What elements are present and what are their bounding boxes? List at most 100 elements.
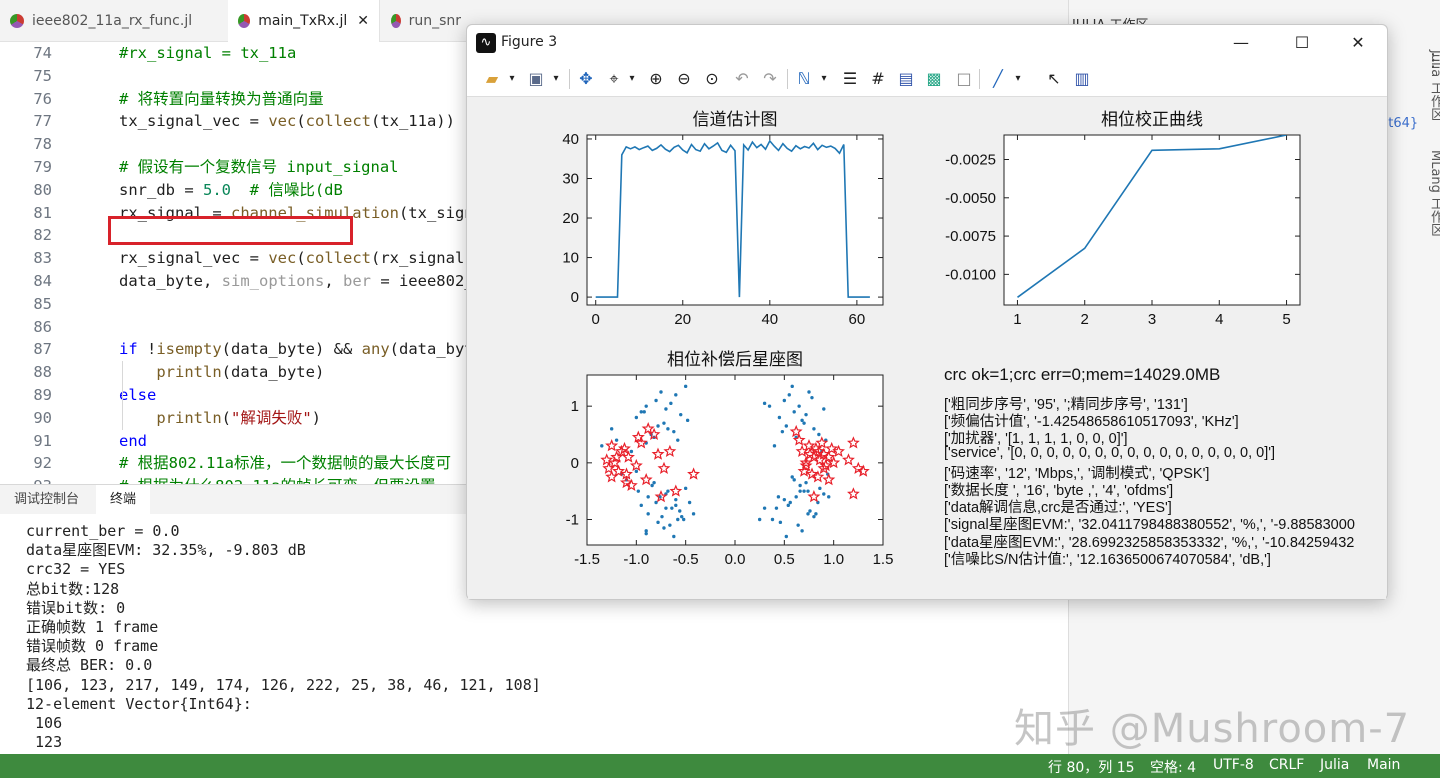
- code-token: collect: [305, 249, 371, 268]
- figure-canvas[interactable]: 信道估计图 0 20 40 60 0 10 20 30 40 相位校正曲线 1 2 3 4 5 -0.0025-…: [468, 97, 1386, 599]
- scatter-dot: [794, 495, 798, 499]
- indent-setting[interactable]: 空格: 4: [1150, 757, 1196, 777]
- close-button[interactable]: ✕: [1338, 29, 1378, 57]
- line-ending[interactable]: CRLF: [1269, 757, 1304, 773]
- grid-icon[interactable]: #: [867, 69, 889, 89]
- scatter-dot: [757, 517, 762, 522]
- y-tick-label: 10: [562, 250, 579, 267]
- scatter-dot: [822, 407, 826, 411]
- scatter-dot: [804, 480, 808, 485]
- terminal-line: [106, 123, 217, 149, 174, 126, 222, 25, …: [26, 675, 541, 694]
- folder-open-icon[interactable]: ▰: [481, 69, 503, 89]
- pointer-icon[interactable]: ↖: [1043, 69, 1065, 89]
- scatter-dot: [798, 483, 802, 488]
- more-icon[interactable]: ⋮: [1424, 50, 1440, 71]
- tab-terminal[interactable]: 终端: [96, 485, 151, 515]
- line-icon[interactable]: ╱: [987, 69, 1009, 89]
- scatter-dot: [656, 520, 660, 525]
- line-number: 83: [33, 249, 52, 268]
- zoom-out-icon[interactable]: ⊖: [673, 69, 695, 89]
- save-icon[interactable]: ▣: [525, 69, 547, 89]
- chevron-down-icon[interactable]: ▾: [621, 69, 643, 89]
- y-tick-label: 40: [562, 131, 579, 148]
- terminal-line: 错误bit数: 0: [26, 598, 126, 617]
- y-tick-label: -0.0050: [945, 190, 996, 207]
- scatter-dot: [782, 398, 787, 403]
- scatter-dot: [802, 421, 806, 425]
- zoom-fit-icon[interactable]: ⊙: [701, 69, 723, 89]
- colorbar-icon[interactable]: ▩: [923, 69, 945, 89]
- redo-icon[interactable]: ↷: [759, 69, 781, 89]
- scatter-dot: [772, 444, 777, 448]
- undo-icon[interactable]: ↶: [731, 69, 753, 89]
- x-tick-label: -0.5: [673, 551, 699, 568]
- chevron-down-icon[interactable]: ▾: [1007, 69, 1029, 89]
- code-text: # 假设有一个复数信号 input_signal: [119, 156, 398, 178]
- x-tick-label: 0.0: [725, 551, 746, 568]
- chevron-down-icon[interactable]: ▾: [501, 69, 523, 89]
- crc-status-text: crc ok=1;crc err=0;mem=14029.0MB: [944, 365, 1221, 384]
- y-tick-label: 0: [571, 289, 579, 306]
- scatter-dot: [812, 514, 816, 519]
- terminal-line: 正确帧数 1 frame: [26, 618, 159, 636]
- tab-rx-func[interactable]: ieee802_11a_rx_func.jl: [0, 0, 228, 42]
- code-token: snr_db =: [119, 180, 203, 199]
- legend-icon[interactable]: ▤: [895, 69, 917, 89]
- branch[interactable]: Main: [1367, 757, 1400, 773]
- scatter-dot: [807, 390, 811, 394]
- code-token: #rx_signal = tx_11a: [119, 44, 297, 62]
- scatter-dot: [762, 401, 767, 406]
- x-tick-label: 4: [1215, 311, 1223, 328]
- x-tick-label: 2: [1081, 311, 1089, 328]
- code-token: rx_signal_vec =: [119, 249, 269, 268]
- pan-icon[interactable]: ✥: [575, 69, 597, 89]
- scatter-dot: [634, 469, 639, 474]
- scatter-dot: [790, 384, 794, 389]
- code-token: # 将转置向量转换为普通向量: [119, 89, 324, 108]
- scatter-dot: [674, 497, 678, 502]
- tab-debug-console[interactable]: 调试控制台: [0, 485, 93, 515]
- x-tick-label: 60: [849, 311, 866, 328]
- scatter-dot: [817, 432, 821, 437]
- code-token: println: [156, 363, 222, 382]
- code-text: # 将转置向量转换为普通向量: [119, 88, 324, 110]
- tab-main-txrx[interactable]: main_TxRx.jl ✕: [228, 0, 380, 42]
- scatter-dot: [822, 492, 826, 496]
- scatter-dot: [600, 444, 604, 448]
- scatter-dot: [774, 506, 779, 510]
- brush-icon[interactable]: ℕ: [793, 69, 815, 89]
- chevron-down-icon[interactable]: ▾: [813, 69, 835, 89]
- matlab-logo-icon: ∿: [476, 33, 496, 53]
- chart-title: 信道估计图: [693, 110, 778, 129]
- figure-titlebar[interactable]: ∿ Figure 3 — ☐ ✕: [467, 25, 1387, 61]
- language-mode[interactable]: Julia: [1320, 757, 1349, 773]
- code-token: (tx_sign: [398, 203, 474, 222]
- list-icon[interactable]: ☰: [839, 69, 861, 89]
- minimize-button[interactable]: —: [1221, 29, 1261, 57]
- scatter-dot: [806, 489, 810, 493]
- mlang-workspace-tab[interactable]: MLang 工作区: [1426, 150, 1440, 236]
- tab-run-snr[interactable]: run_snr: [381, 0, 471, 42]
- scatter-dot: [812, 427, 816, 431]
- maximize-button[interactable]: ☐: [1282, 29, 1322, 57]
- figure-window[interactable]: ∿ Figure 3 — ☐ ✕ ▰ ▾ ▣ ▾ ✥ ⌖ ▾ ⊕ ⊖ ⊙ ↶ ↷…: [466, 24, 1388, 600]
- close-icon[interactable]: ✕: [357, 13, 369, 29]
- encoding[interactable]: UTF-8: [1213, 757, 1254, 773]
- scatter-dot: [668, 523, 672, 527]
- zoom-in-icon[interactable]: ⊕: [645, 69, 667, 89]
- scatter-dot: [787, 393, 791, 397]
- cursor-position[interactable]: 行 80，列 15: [1048, 757, 1135, 777]
- x-tick-label: -1.0: [623, 551, 649, 568]
- tab-label: ieee802_11a_rx_func.jl: [32, 13, 193, 29]
- axes-2: [586, 374, 884, 546]
- table-icon[interactable]: ▥: [1071, 69, 1093, 89]
- scatter-dot: [780, 429, 785, 434]
- scatter-dot: [792, 478, 796, 482]
- code-token: any: [361, 340, 390, 359]
- y-tick-label: -0.0075: [945, 228, 996, 245]
- scatter-dot: [644, 404, 648, 408]
- chevron-down-icon[interactable]: ▾: [545, 69, 567, 89]
- line-number: 85: [33, 294, 52, 313]
- box-icon[interactable]: □: [953, 69, 975, 89]
